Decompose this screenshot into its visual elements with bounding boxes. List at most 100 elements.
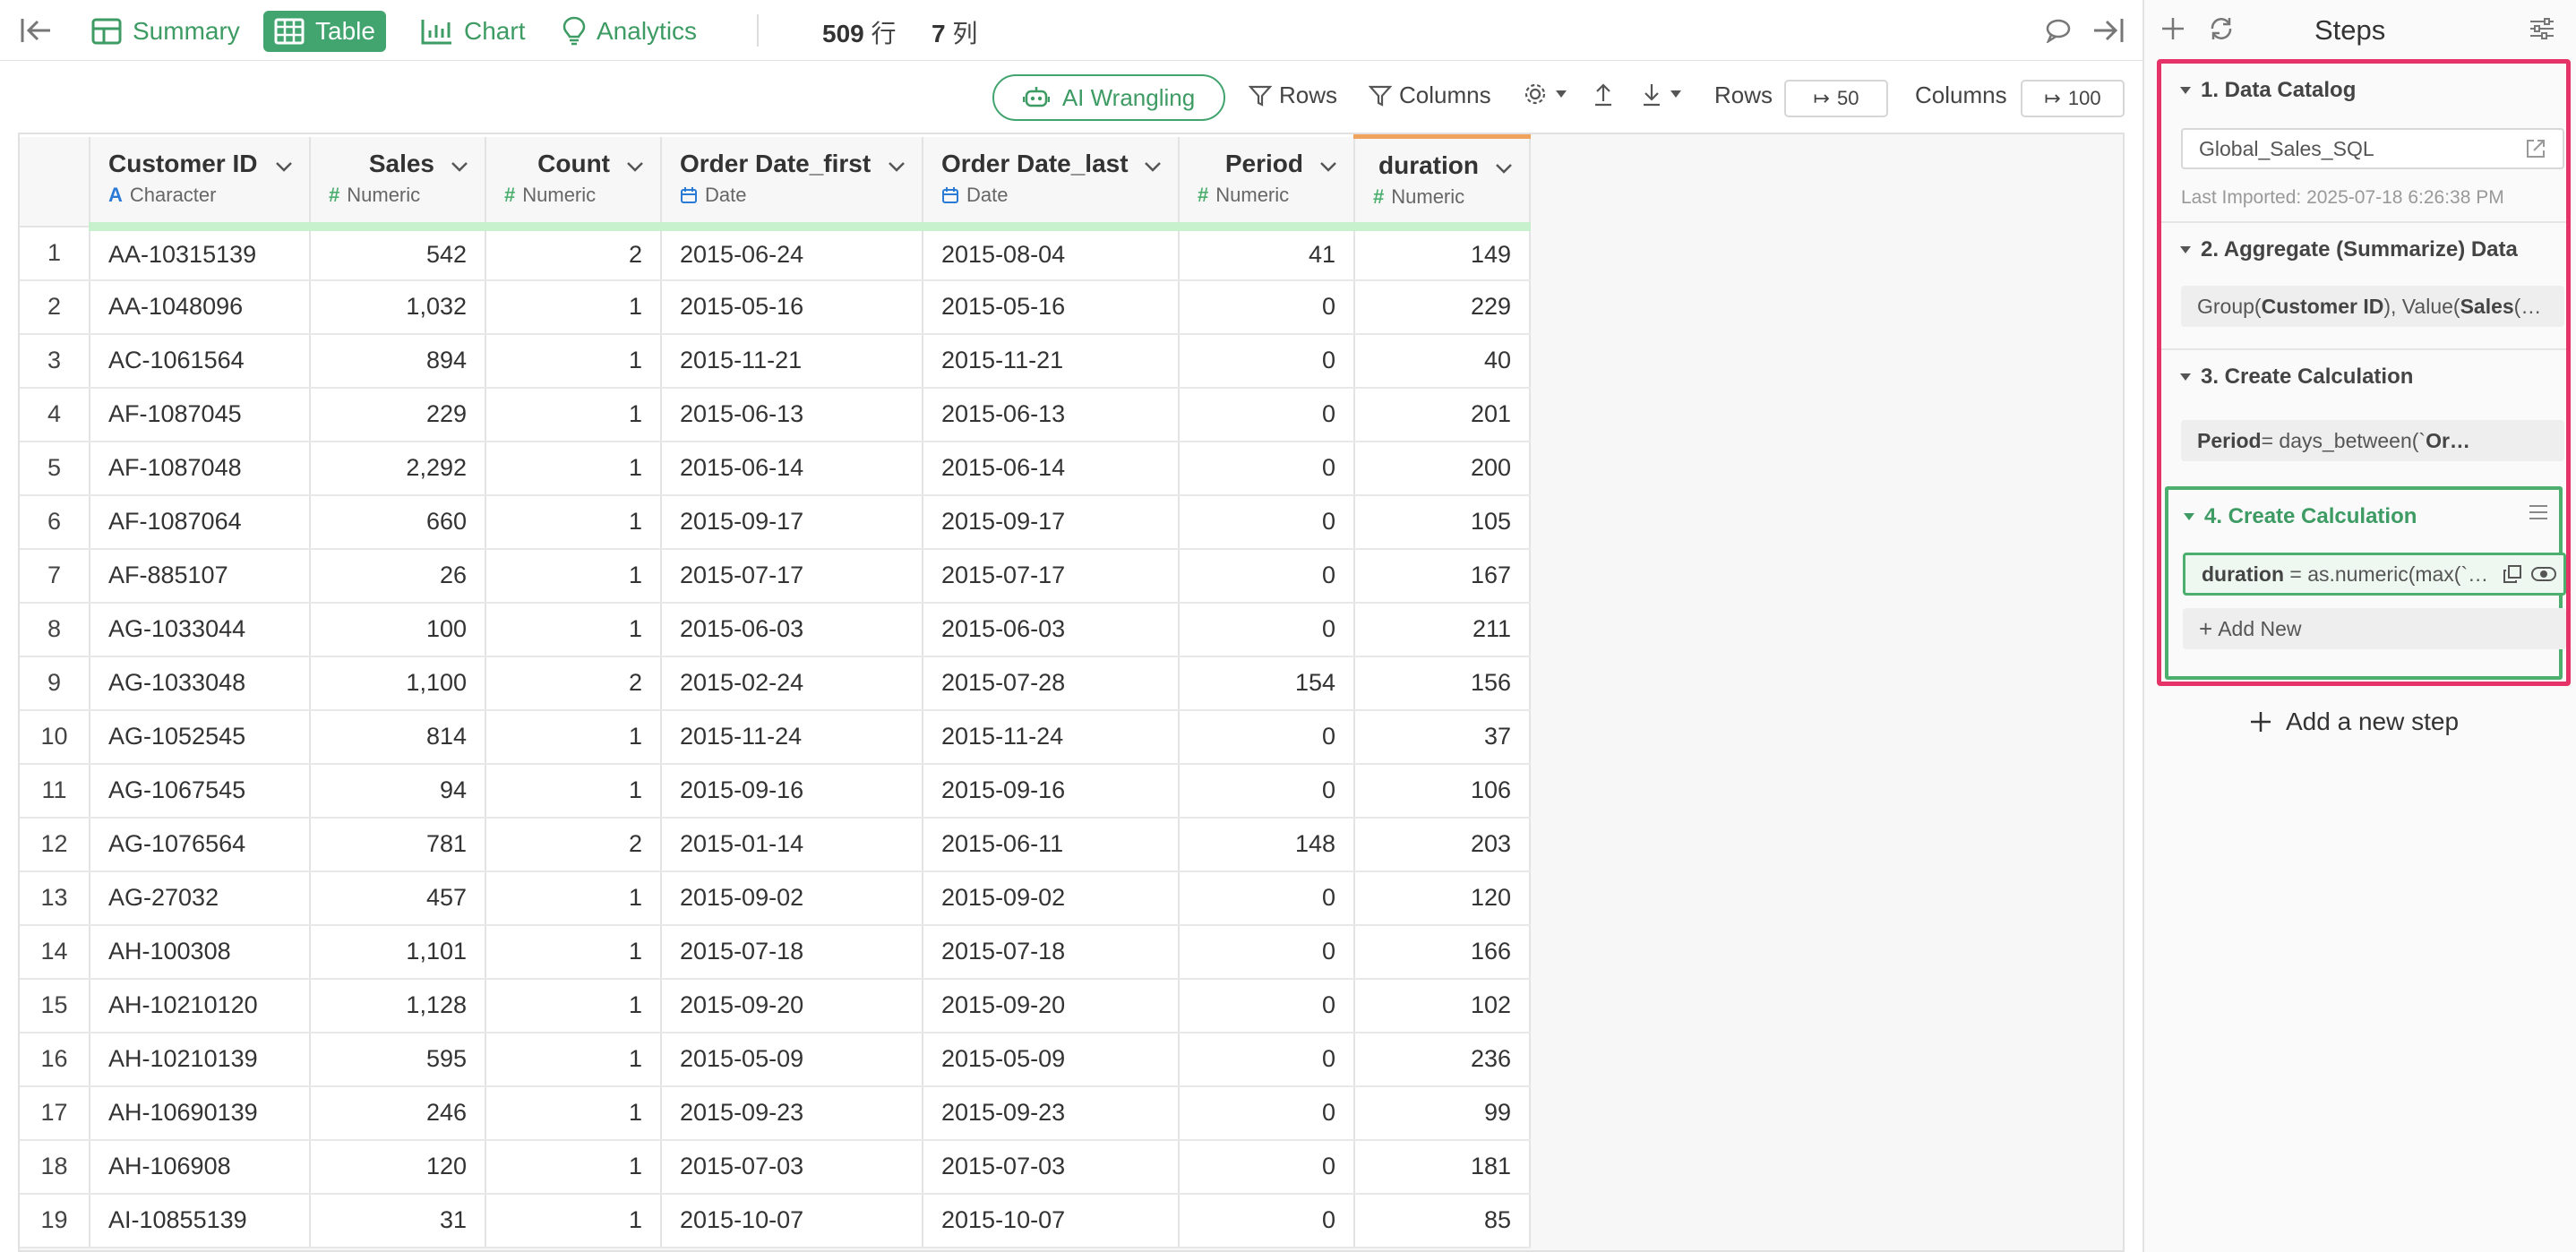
table-cell[interactable]: 0 — [1179, 870, 1355, 926]
table-cell[interactable]: 85 — [1354, 1193, 1531, 1248]
table-cell[interactable]: 2015-02-24 — [661, 656, 923, 711]
table-cell[interactable]: 1 — [485, 279, 662, 335]
table-cell[interactable]: 229 — [1354, 279, 1531, 335]
table-cell[interactable]: 2015-07-03 — [923, 1139, 1180, 1195]
duration-formula[interactable]: duration = as.numeric(max(`… — [2183, 553, 2566, 596]
table-cell[interactable]: 40 — [1354, 333, 1531, 389]
table-cell[interactable]: 26 — [310, 548, 486, 604]
table-cell[interactable]: 1 — [485, 978, 662, 1033]
table-cell[interactable]: 149 — [1354, 226, 1531, 281]
table-cell[interactable]: 2015-09-02 — [923, 870, 1180, 926]
upload-button[interactable] — [1593, 81, 1614, 107]
table-cell[interactable]: AH-10210120 — [90, 978, 311, 1033]
table-cell[interactable]: AA-1048096 — [90, 279, 311, 335]
add-new-calculation-button[interactable]: + Add New — [2183, 608, 2566, 649]
table-cell[interactable]: 1 — [485, 387, 662, 442]
table-cell[interactable]: 2015-09-17 — [923, 494, 1180, 550]
column-header[interactable]: Count # Numeric — [485, 136, 662, 231]
table-cell[interactable]: 0 — [1179, 279, 1355, 335]
table-cell[interactable]: 2015-09-02 — [661, 870, 923, 926]
table-cell[interactable]: AF-1087045 — [90, 387, 311, 442]
rows-limit-input[interactable]: ↦ 50 — [1784, 80, 1888, 117]
table-cell[interactable]: 211 — [1354, 602, 1531, 657]
table-cell[interactable]: 2 — [485, 226, 662, 281]
table-cell[interactable]: 2015-09-17 — [661, 494, 923, 550]
table-cell[interactable]: 2015-07-28 — [923, 656, 1180, 711]
table-cell[interactable]: AH-100308 — [90, 924, 311, 980]
table-cell[interactable]: 2015-06-13 — [661, 387, 923, 442]
table-cell[interactable]: 2015-05-16 — [923, 279, 1180, 335]
table-cell[interactable]: 1 — [485, 441, 662, 496]
table-cell[interactable]: 99 — [1354, 1085, 1531, 1141]
table-cell[interactable]: 0 — [1179, 1032, 1355, 1087]
refresh-icon[interactable] — [2203, 11, 2239, 47]
table-cell[interactable]: 1 — [485, 763, 662, 819]
table-cell[interactable]: AF-1087064 — [90, 494, 311, 550]
chevron-down-icon[interactable] — [1144, 160, 1162, 173]
table-cell[interactable]: 1 — [485, 494, 662, 550]
table-cell[interactable]: 2015-11-24 — [661, 709, 923, 765]
table-cell[interactable]: 0 — [1179, 978, 1355, 1033]
collapse-right-icon[interactable] — [2091, 13, 2126, 48]
table-cell[interactable]: AG-1052545 — [90, 709, 311, 765]
table-cell[interactable]: 148 — [1179, 817, 1355, 872]
table-cell[interactable]: 2015-06-03 — [923, 602, 1180, 657]
table-cell[interactable]: 2015-05-09 — [661, 1032, 923, 1087]
table-cell[interactable]: 2 — [485, 817, 662, 872]
view-chart-button[interactable]: Chart — [410, 11, 536, 52]
table-cell[interactable]: 2015-01-14 — [661, 817, 923, 872]
chevron-down-icon[interactable] — [626, 160, 644, 173]
add-new-step-button[interactable]: Add a new step — [2250, 707, 2459, 736]
table-cell[interactable]: 2015-06-13 — [923, 387, 1180, 442]
table-cell[interactable]: 2015-10-07 — [923, 1193, 1180, 1248]
table-cell[interactable]: 1,032 — [310, 279, 486, 335]
table-cell[interactable]: 542 — [310, 226, 486, 281]
external-link-icon[interactable] — [2525, 138, 2546, 159]
table-cell[interactable]: 120 — [1354, 870, 1531, 926]
period-formula[interactable]: Period = days_between(` Or… — [2181, 420, 2564, 461]
table-cell[interactable]: 1 — [485, 548, 662, 604]
table-cell[interactable]: AG-1076564 — [90, 817, 311, 872]
table-cell[interactable]: 246 — [310, 1085, 486, 1141]
download-menu-button[interactable] — [1641, 81, 1682, 107]
table-cell[interactable]: 236 — [1354, 1032, 1531, 1087]
column-header[interactable]: Order Date_first Date — [661, 136, 923, 231]
table-cell[interactable]: 1 — [485, 602, 662, 657]
table-cell[interactable]: 660 — [310, 494, 486, 550]
table-cell[interactable]: AH-106908 — [90, 1139, 311, 1195]
table-cell[interactable]: 2015-07-17 — [661, 548, 923, 604]
table-cell[interactable]: 0 — [1179, 333, 1355, 389]
view-analytics-button[interactable]: Analytics — [552, 11, 708, 52]
comment-icon[interactable] — [2040, 13, 2076, 48]
table-cell[interactable]: 2015-05-09 — [923, 1032, 1180, 1087]
table-cell[interactable]: 0 — [1179, 548, 1355, 604]
table-cell[interactable]: AI-10855139 — [90, 1193, 311, 1248]
table-cell[interactable]: 0 — [1179, 1193, 1355, 1248]
table-cell[interactable]: 0 — [1179, 1085, 1355, 1141]
table-cell[interactable]: 1 — [485, 1139, 662, 1195]
table-cell[interactable]: 120 — [310, 1139, 486, 1195]
view-summary-button[interactable]: Summary — [81, 11, 251, 52]
table-cell[interactable]: 2015-06-11 — [923, 817, 1180, 872]
sliders-icon[interactable] — [2524, 11, 2560, 47]
table-cell[interactable]: AC-1061564 — [90, 333, 311, 389]
table-cell[interactable]: AF-1087048 — [90, 441, 311, 496]
table-cell[interactable]: 0 — [1179, 924, 1355, 980]
column-header[interactable]: duration # Numeric — [1354, 134, 1531, 231]
table-cell[interactable]: 2015-09-20 — [923, 978, 1180, 1033]
table-cell[interactable]: 1 — [485, 333, 662, 389]
table-cell[interactable]: 1,100 — [310, 656, 486, 711]
table-cell[interactable]: 2015-11-24 — [923, 709, 1180, 765]
table-cell[interactable]: 0 — [1179, 709, 1355, 765]
view-table-button[interactable]: Table — [263, 11, 386, 52]
table-cell[interactable]: 2015-07-18 — [923, 924, 1180, 980]
table-cell[interactable]: 2015-09-20 — [661, 978, 923, 1033]
table-cell[interactable]: AA-10315139 — [90, 226, 311, 281]
table-cell[interactable]: 2015-09-16 — [923, 763, 1180, 819]
table-cell[interactable]: 2 — [485, 656, 662, 711]
settings-menu-button[interactable] — [1523, 81, 1567, 107]
data-source-field[interactable]: Global_Sales_SQL — [2181, 128, 2564, 169]
table-cell[interactable]: 166 — [1354, 924, 1531, 980]
add-icon[interactable] — [2155, 11, 2191, 47]
chevron-down-icon[interactable] — [451, 160, 468, 173]
